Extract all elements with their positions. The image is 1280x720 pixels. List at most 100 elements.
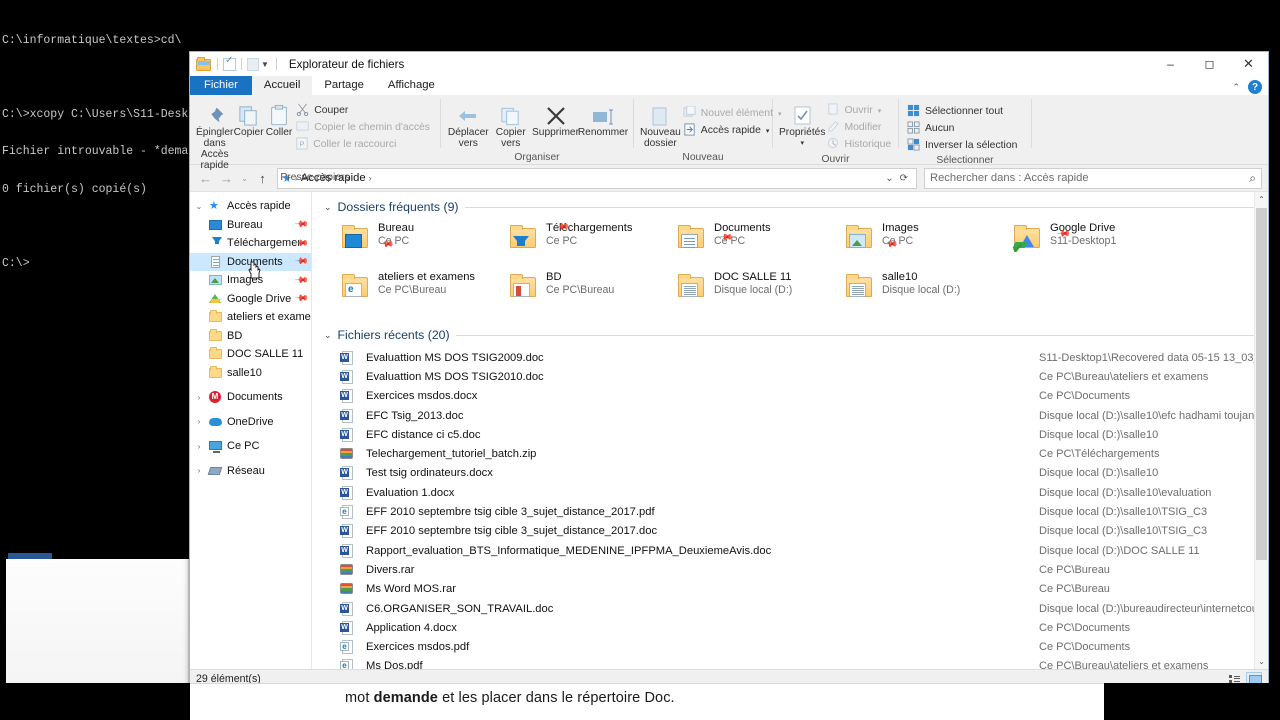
pin-icon[interactable]: 📌 bbox=[294, 291, 309, 307]
file-row[interactable]: Divers.rar Ce PC\Bureau bbox=[312, 560, 1268, 579]
select-none-button[interactable]: Aucun bbox=[905, 120, 1021, 137]
file-row[interactable]: W EFC Tsig_2013.doc Disque local (D:)\sall… bbox=[312, 406, 1268, 425]
pin-icon[interactable]: 📌 bbox=[294, 272, 309, 288]
vertical-scrollbar[interactable]: ⌃ ⌄ bbox=[1254, 192, 1268, 669]
file-row[interactable]: W EFC distance ci c5.doc Disque local (D:)… bbox=[312, 425, 1268, 444]
easy-access-button[interactable]: Accès rapide ▾ bbox=[681, 122, 786, 139]
sidebar-item-bureau[interactable]: Bureau 📌 bbox=[190, 216, 311, 235]
scroll-up-button[interactable]: ⌃ bbox=[1255, 192, 1268, 207]
file-row[interactable]: e EFF 2010 septembre tsig cible 3_sujet_d… bbox=[312, 502, 1268, 521]
invert-selection-button[interactable]: Inverser la sélection bbox=[905, 137, 1021, 154]
sidebar-item-documents-mega[interactable]: › M Documents bbox=[190, 388, 311, 407]
frequent-folder-item[interactable]: ✔ Google Drive S11-Desktop1 📌 bbox=[1012, 221, 1268, 264]
frequent-folder-item[interactable]: Documents Ce PC 📌 bbox=[676, 221, 844, 264]
sidebar-item-salle10[interactable]: salle10 bbox=[190, 364, 311, 383]
help-icon[interactable]: ? bbox=[1248, 80, 1262, 94]
frequent-folder-item[interactable]: DOC SALLE 11 Disque local (D:) bbox=[676, 270, 844, 313]
sidebar-item-bd[interactable]: BD bbox=[190, 327, 311, 346]
scrollbar-thumb[interactable] bbox=[1256, 208, 1267, 560]
history-button[interactable]: Historique bbox=[825, 136, 895, 153]
frequent-folder-item[interactable]: Bureau Ce PC 📌 bbox=[340, 221, 508, 264]
sidebar-item-reseau[interactable]: › Réseau bbox=[190, 462, 311, 481]
search-icon[interactable]: ⌕ bbox=[1249, 171, 1256, 186]
file-row[interactable]: Telechargement_tutoriel_batch.zip Ce PC\T… bbox=[312, 444, 1268, 463]
refresh-icon[interactable]: ⟳ bbox=[900, 173, 908, 184]
open-button[interactable]: Ouvrir ▾ bbox=[825, 102, 895, 119]
properties-button[interactable]: Propriétés ▾ bbox=[779, 99, 825, 149]
chevron-right-icon[interactable]: › bbox=[194, 417, 204, 426]
new-folder-icon[interactable] bbox=[247, 57, 259, 71]
chevron-down-icon[interactable]: ▼ bbox=[259, 60, 271, 69]
properties-icon[interactable] bbox=[223, 55, 236, 71]
tab-accueil[interactable]: Accueil bbox=[251, 76, 313, 95]
chevron-down-icon[interactable]: ⌄ bbox=[885, 173, 893, 184]
file-row[interactable]: W Evaluattion MS DOS TSIG2009.doc S11-Desk… bbox=[312, 348, 1268, 367]
new-folder-button[interactable]: Nouveau dossier bbox=[640, 99, 681, 149]
subtitle-caption: mot demande et les placer dans le répert… bbox=[345, 690, 945, 706]
sidebar-item-label: ateliers et examens bbox=[227, 311, 311, 324]
search-input[interactable]: Rechercher dans : Accès rapide ⌕ bbox=[924, 167, 1262, 189]
pin-icon[interactable]: 📌 bbox=[294, 217, 309, 233]
frequent-folder-item[interactable]: Téléchargements Ce PC 📌 bbox=[508, 219, 676, 264]
section-header-recent-files[interactable]: ⌄ Fichiers récents (20) bbox=[312, 325, 1268, 345]
scroll-down-button[interactable]: ⌄ bbox=[1255, 654, 1268, 669]
file-row[interactable]: W Evaluattion MS DOS TSIG2010.doc Ce PC\Bu… bbox=[312, 367, 1268, 386]
file-row[interactable]: W Rapport_evaluation_BTS_Informatique_MED… bbox=[312, 541, 1268, 560]
ribbon-group-new: Nouveau dossier Nouvel élément ▾ Accès r… bbox=[634, 95, 782, 164]
sidebar-item-ce-pc[interactable]: › Ce PC bbox=[190, 437, 311, 456]
file-row[interactable]: e Exercices msdos.pdf Ce PC\Documents bbox=[312, 637, 1268, 656]
chevron-down-icon[interactable]: ⌄ bbox=[194, 202, 204, 211]
close-button[interactable]: ✕ bbox=[1229, 52, 1268, 76]
file-row[interactable]: W Exercices msdos.docx Ce PC\Documents bbox=[312, 387, 1268, 406]
sidebar-item-google-drive[interactable]: Google Drive 📌 bbox=[190, 290, 311, 309]
chevron-right-icon[interactable]: › bbox=[194, 442, 204, 451]
new-item-button[interactable]: Nouvel élément ▾ bbox=[681, 105, 786, 122]
pin-to-quick-access-button[interactable]: Épingler dans Accès rapide bbox=[196, 99, 233, 171]
file-row[interactable]: W Application 4.docx Ce PC\Documents bbox=[312, 618, 1268, 637]
file-row[interactable]: W C6.ORGANISER_SON_TRAVAIL.doc Disque loca… bbox=[312, 599, 1268, 618]
sidebar-item-telechargements[interactable]: Téléchargements 📌 bbox=[190, 234, 311, 253]
select-all-button[interactable]: Sélectionner tout bbox=[905, 103, 1021, 120]
frequent-folder-item[interactable]: BD Ce PC\Bureau bbox=[508, 270, 676, 313]
sidebar-item-ateliers-et-examens[interactable]: ateliers et examens bbox=[190, 308, 311, 327]
cut-button[interactable]: Couper bbox=[294, 102, 434, 119]
paste-button[interactable]: Coller bbox=[264, 99, 294, 138]
copy-to-button[interactable]: Copier vers bbox=[490, 99, 533, 149]
frequent-folder-item[interactable]: salle10 Disque local (D:) bbox=[844, 270, 1012, 313]
chevron-down-icon[interactable]: ▾ bbox=[878, 107, 882, 115]
sidebar-item-acces-rapide[interactable]: ⌄ ★ Accès rapide bbox=[190, 197, 311, 216]
chevron-right-icon[interactable]: › bbox=[194, 393, 204, 402]
collapse-ribbon-icon[interactable]: ⌃ bbox=[1232, 82, 1240, 93]
move-to-button[interactable]: Déplacer vers bbox=[447, 99, 490, 149]
file-row[interactable]: W Test tsig ordinateurs.docx Disque local … bbox=[312, 464, 1268, 483]
file-row[interactable]: e Ms Dos.pdf Ce PC\Bureau\ateliers et exam… bbox=[312, 657, 1268, 669]
edit-button[interactable]: Modifier bbox=[825, 119, 895, 136]
rename-button[interactable]: Renommer bbox=[578, 99, 628, 138]
chevron-down-icon[interactable]: ▾ bbox=[800, 138, 804, 149]
sidebar-item-onedrive[interactable]: › OneDrive bbox=[190, 413, 311, 432]
subtitle-keyword: demande bbox=[373, 690, 438, 706]
pin-icon[interactable]: 📌 bbox=[294, 254, 309, 270]
chevron-down-icon[interactable]: ▾ bbox=[766, 127, 770, 135]
file-row[interactable]: W EFF 2010 septembre tsig cible 3_sujet_d… bbox=[312, 522, 1268, 541]
chevron-down-icon[interactable]: ⌄ bbox=[324, 202, 332, 213]
tab-affichage[interactable]: Affichage bbox=[376, 76, 447, 95]
tab-partage[interactable]: Partage bbox=[312, 76, 376, 95]
section-header-frequent-folders[interactable]: ⌄ Dossiers fréquents (9) bbox=[312, 197, 1268, 217]
copy-path-button[interactable]: Copier le chemin d'accès bbox=[294, 119, 434, 136]
copy-button[interactable]: Copier bbox=[233, 99, 264, 138]
file-row[interactable]: Ms Word MOS.rar Ce PC\Bureau bbox=[312, 580, 1268, 599]
paste-shortcut-button[interactable]: P Coller le raccourci bbox=[294, 136, 434, 153]
maximize-button[interactable]: ◻ bbox=[1190, 52, 1229, 76]
sidebar-item-doc-salle-11[interactable]: DOC SALLE 11 bbox=[190, 345, 311, 364]
delete-button[interactable]: Supprimer bbox=[532, 99, 579, 138]
file-row[interactable]: W Evaluation 1.docx Disque local (D:)\sall… bbox=[312, 483, 1268, 502]
minimize-button[interactable]: – bbox=[1151, 52, 1190, 76]
tab-fichier[interactable]: Fichier bbox=[190, 76, 252, 95]
sidebar-item-documents[interactable]: Documents 📌 bbox=[190, 252, 311, 278]
chevron-down-icon[interactable]: ⌄ bbox=[324, 330, 332, 341]
quick-access-toolbar[interactable]: ▼ bbox=[190, 55, 282, 73]
chevron-right-icon[interactable]: › bbox=[194, 466, 204, 475]
frequent-folder-item[interactable]: Images Ce PC 📌 bbox=[844, 221, 1012, 264]
frequent-folder-item[interactable]: ateliers et examens Ce PC\Bureau bbox=[340, 270, 508, 313]
